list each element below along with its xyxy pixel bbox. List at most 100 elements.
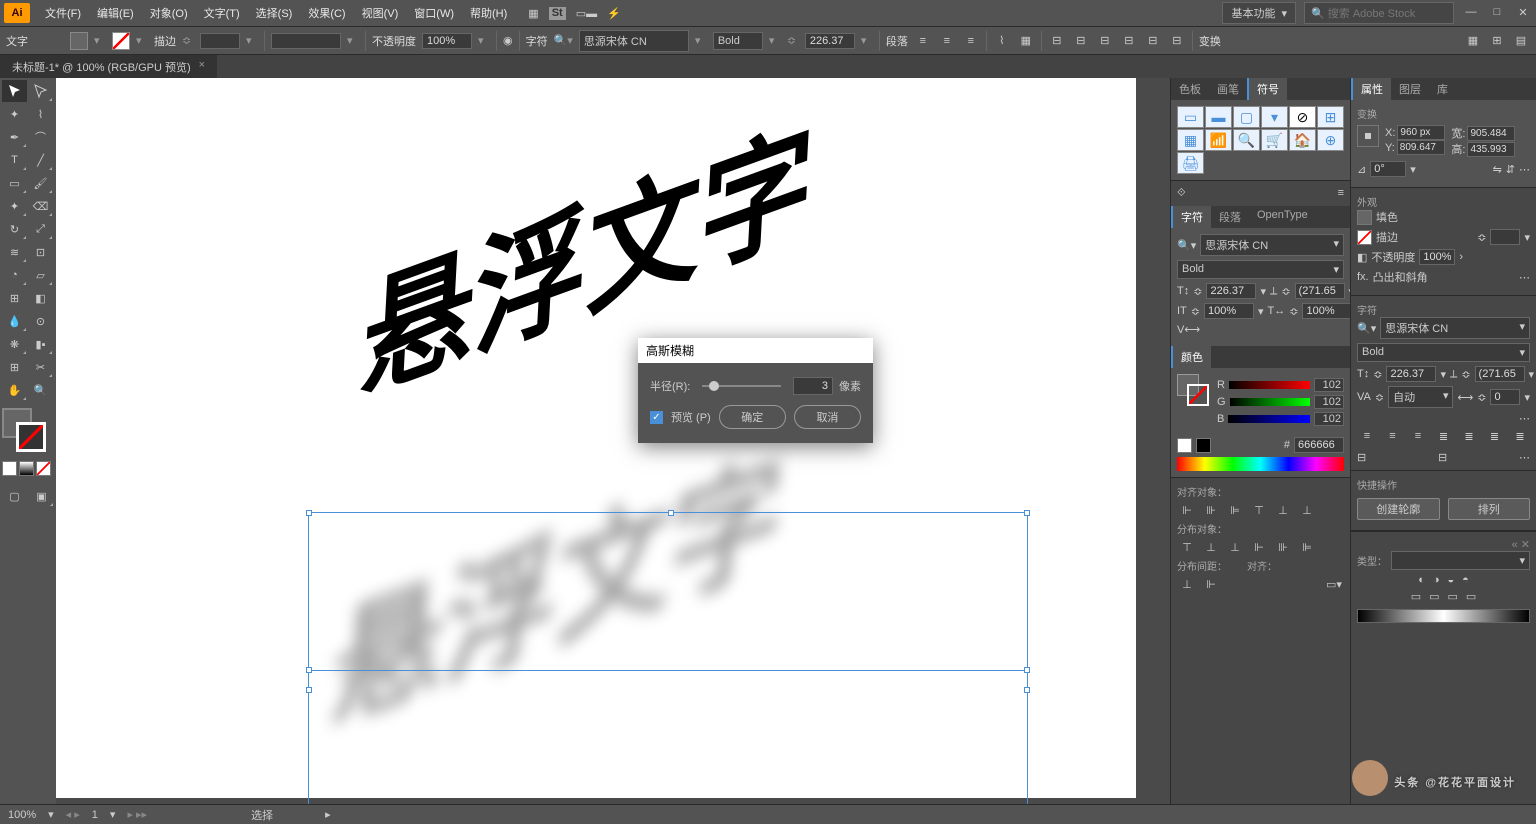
align-e-icon[interactable]: ⊟ [1144,32,1162,50]
align-h-icon[interactable]: ⊟ [1072,32,1090,50]
tab-libraries[interactable]: 库 [1429,78,1456,100]
mesh-tool[interactable]: ⊞ [2,287,27,309]
hex-input[interactable] [1294,437,1344,453]
color-r[interactable]: 102 [1314,378,1344,392]
dist-bot[interactable]: ⊥ [1225,538,1245,556]
color-b[interactable]: 102 [1314,412,1344,426]
arrange-icon[interactable]: ▭▬ [576,7,597,20]
rotate-tool[interactable]: ↻ [2,218,27,240]
pf-a[interactable]: ◐ [1418,574,1425,586]
dist-left[interactable]: ⊩ [1249,538,1269,556]
prop-y[interactable] [1397,140,1445,155]
pf-b[interactable]: ◑ [1433,574,1440,586]
free-transform-tool[interactable]: ⊡ [28,241,53,263]
align-hc[interactable]: ⊪ [1201,501,1221,519]
align-panel-icon[interactable]: ⊟ [1048,32,1066,50]
align-d-icon[interactable]: ⊟ [1120,32,1138,50]
menu-type[interactable]: 文字(T) [197,2,247,24]
slider-g[interactable] [1230,398,1310,406]
symbol-item[interactable]: ▬ [1205,106,1232,128]
char2-size[interactable] [1386,366,1436,382]
menu-view[interactable]: 视图(V) [355,2,406,24]
brush-def[interactable] [271,33,341,49]
para-jr[interactable]: ≣ [1485,427,1505,445]
stroke-swatch[interactable] [112,32,130,50]
menu-help[interactable]: 帮助(H) [463,2,514,24]
tab-brushes[interactable]: 画笔 [1209,78,1247,100]
create-outlines-button[interactable]: 创建轮廓 [1357,498,1440,520]
align-right[interactable]: ⊫ [1225,501,1245,519]
workspace-switcher[interactable]: 基本功能▾ [1222,2,1296,24]
para-ja[interactable]: ≣ [1510,427,1530,445]
dist-hc[interactable]: ⊪ [1273,538,1293,556]
dist-right[interactable]: ⊫ [1297,538,1317,556]
pf-d[interactable]: ◓ [1462,574,1469,586]
symbol-item[interactable]: 📶 [1205,129,1232,151]
pf-e[interactable]: ▭ [1411,590,1421,603]
gradient-mode[interactable] [19,461,34,476]
symbol-item[interactable]: ▭ [1177,106,1204,128]
font-weight-input[interactable]: Bold [713,32,763,50]
prop-rotation[interactable] [1370,161,1406,177]
color-g[interactable]: 102 [1314,395,1344,409]
gpu-icon[interactable]: ⚡ [607,7,621,20]
menu-select[interactable]: 选择(S) [249,2,300,24]
ok-button[interactable]: 确定 [719,405,786,429]
char-leading[interactable] [1295,283,1345,299]
pf-c[interactable]: ◒ [1448,574,1455,586]
font-size-input[interactable] [805,33,855,49]
slice-tool[interactable]: ✂ [28,356,53,378]
zoom-level[interactable]: 100% [8,809,36,821]
char-size[interactable] [1206,283,1256,299]
symbol-item[interactable]: ▦ [1177,129,1204,151]
dist-top[interactable]: ⊤ [1177,538,1197,556]
recolor-icon[interactable]: ◉ [503,34,513,47]
arrange-button[interactable]: 排列 [1448,498,1531,520]
char-weight[interactable]: Bold▾ [1177,260,1344,279]
symbol-item[interactable]: 🛒 [1261,129,1288,151]
para-right[interactable]: ≡ [1408,427,1428,445]
line-tool[interactable]: ╱ [28,149,53,171]
eyedropper-tool[interactable]: 💧 [2,310,27,332]
slider-r[interactable] [1229,381,1310,389]
align-left-icon[interactable]: ≡ [914,32,932,50]
none-mode[interactable] [36,461,51,476]
maximize-icon[interactable]: □ [1488,6,1506,20]
tab-layers[interactable]: 图层 [1391,78,1429,100]
hand-tool[interactable]: ✋ [2,379,27,401]
bullets-icon[interactable]: ⊟ [1357,451,1366,464]
para-jc[interactable]: ≣ [1459,427,1479,445]
cancel-button[interactable]: 取消 [794,405,861,429]
para-jl[interactable]: ≣ [1434,427,1454,445]
curvature-tool[interactable]: ⌒ [28,126,53,148]
appear-fx[interactable]: 凸出和斜角 [1373,269,1428,285]
envelope-icon[interactable]: ▦ [1017,32,1035,50]
tab-swatches[interactable]: 色板 [1171,78,1209,100]
panel-menu-icon[interactable]: ≡ [1338,187,1344,200]
align-f-icon[interactable]: ⊟ [1168,32,1186,50]
dist-hsp[interactable]: ⊩ [1201,575,1221,593]
stroke-stepper[interactable]: ≎ [182,34,194,47]
font-family-input[interactable]: 思源宋体 CN [579,30,689,52]
tab-properties[interactable]: 属性 [1351,78,1391,100]
minimize-icon[interactable]: — [1462,6,1480,20]
flip-v-icon[interactable]: ⇵ [1506,163,1515,176]
prop-h[interactable] [1467,142,1515,157]
align-to-btn[interactable]: ▭▾ [1324,575,1344,593]
type-tool[interactable]: T [2,149,27,171]
fill-stroke-control[interactable] [2,408,54,456]
opacity-input[interactable] [422,33,472,49]
symbol-sprayer-tool[interactable]: ❋ [2,333,27,355]
char-font[interactable]: 思源宋体 CN▾ [1200,234,1344,256]
char2-kern[interactable]: 自动▾ [1388,386,1453,408]
shaper-tool[interactable]: ✦ [2,195,27,217]
search-input[interactable]: 🔍 搜索 Adobe Stock [1304,2,1454,24]
tab-character[interactable]: 字符 [1171,206,1211,228]
symbol-item[interactable]: 🏠 [1289,129,1316,151]
perspective-tool[interactable]: ▱ [28,264,53,286]
align-right-icon[interactable]: ≡ [962,32,980,50]
magic-wand-tool[interactable]: ✦ [2,103,27,125]
artboard-tool[interactable]: ⊞ [2,356,27,378]
char-hscale[interactable] [1302,303,1352,319]
warp-icon[interactable]: ⌇ [993,32,1011,50]
